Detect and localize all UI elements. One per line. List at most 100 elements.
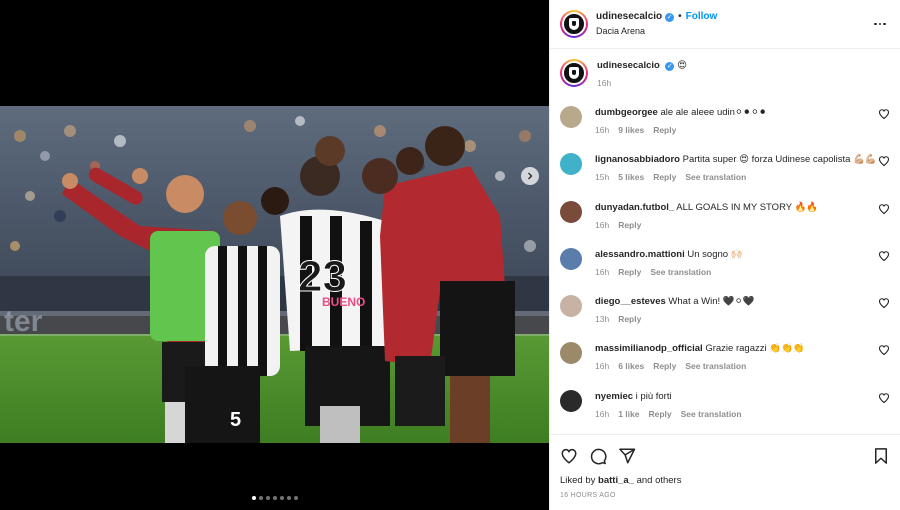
- comment-text: What a Win! 🖤⚪🖤: [668, 296, 755, 308]
- commenter-username[interactable]: lignanosabbiadoro: [595, 154, 680, 165]
- carousel-dot[interactable]: [286, 496, 291, 500]
- comment-item: dumbgeorgee ale ale aleee udin⚪⚫⚪⚫ 16h 9 …: [560, 96, 890, 143]
- caption-time: 16h: [597, 78, 612, 88]
- reply-button[interactable]: Reply: [653, 360, 676, 373]
- commenter-avatar[interactable]: [560, 106, 582, 128]
- reply-button[interactable]: Reply: [618, 313, 641, 326]
- comment-time[interactable]: 16h: [595, 219, 609, 232]
- comments-list[interactable]: udinesecalcio ✓ 😍 16h dumbgeorgee ale al…: [550, 49, 900, 434]
- liked-by-prefix: Liked by: [560, 475, 596, 486]
- commenter-avatar[interactable]: [560, 247, 582, 270]
- club-crest-icon: [569, 67, 579, 79]
- reply-button[interactable]: Reply: [618, 219, 641, 232]
- header-username[interactable]: udinesecalcio: [596, 10, 662, 24]
- more-horizontal-icon: [874, 22, 877, 26]
- comment-likes[interactable]: 1 like: [618, 408, 639, 421]
- post-photo[interactable]: ter 5 23 BUENO: [0, 106, 549, 443]
- avatar[interactable]: [560, 10, 588, 38]
- comment-like-heart-icon[interactable]: [878, 155, 890, 167]
- commenter-avatar[interactable]: [560, 389, 582, 412]
- liked-by-suffix[interactable]: and others: [637, 475, 682, 486]
- commenter-username[interactable]: diego__esteves: [595, 296, 666, 307]
- reply-button[interactable]: Reply: [653, 124, 676, 137]
- verified-badge-icon: ✓: [665, 12, 675, 22]
- heart-icon[interactable]: [560, 447, 578, 465]
- commenter-avatar[interactable]: [560, 342, 582, 365]
- comment-likes[interactable]: 5 likes: [618, 171, 644, 184]
- post-timestamp[interactable]: 16 HOURS AGO: [560, 492, 890, 499]
- commenter-username[interactable]: dumbgeorgee: [595, 107, 658, 118]
- carousel-dot[interactable]: [265, 496, 270, 500]
- comment-time[interactable]: 16h: [595, 124, 609, 137]
- commenter-username[interactable]: massimilianodp_official: [595, 343, 703, 354]
- instagram-post: ter 5 23 BUENO udinesecalcio ✓ • Follow …: [0, 0, 900, 510]
- post-media: ter 5 23 BUENO: [0, 0, 549, 510]
- comment-item: lignanosabbiadoro Partita super 😍 forza …: [560, 143, 890, 190]
- see-translation-button[interactable]: See translation: [650, 266, 711, 279]
- carousel-dot[interactable]: [293, 496, 298, 500]
- caption-text: 😍: [677, 60, 688, 71]
- comment-likes[interactable]: 9 likes: [618, 124, 644, 137]
- comment-text: Grazie ragazzi 👏👏👏: [705, 343, 805, 355]
- comment-text: Un sogno 🙌🏻: [687, 248, 743, 260]
- paper-plane-icon[interactable]: [618, 447, 636, 465]
- commenter-avatar[interactable]: [560, 295, 582, 318]
- comment-text: ALL GOALS IN MY STORY 🔥🔥: [676, 201, 819, 213]
- more-options-button[interactable]: [870, 22, 890, 26]
- svg-text:23: 23: [298, 252, 347, 301]
- carousel-dot[interactable]: [251, 496, 256, 500]
- post-side-panel: udinesecalcio ✓ • Follow Dacia Arena udi…: [549, 0, 900, 510]
- see-translation-button[interactable]: See translation: [681, 408, 742, 421]
- carousel-dot[interactable]: [272, 496, 277, 500]
- see-translation-button[interactable]: See translation: [685, 360, 746, 373]
- svg-text:BUENO: BUENO: [322, 295, 365, 309]
- team-celebration-image: ter 5 23 BUENO: [0, 106, 549, 443]
- separator-dot: •: [678, 11, 682, 22]
- comment-likes[interactable]: 6 likes: [618, 360, 644, 373]
- comment-icon[interactable]: [589, 447, 607, 465]
- comment-item: diego__esteves What a Win! 🖤⚪🖤 13h Reply: [560, 285, 890, 332]
- commenter-username[interactable]: alessandro.mattioni: [595, 249, 685, 260]
- post-header: udinesecalcio ✓ • Follow Dacia Arena: [550, 0, 900, 49]
- chevron-right-icon: [528, 172, 533, 180]
- commenter-username[interactable]: nyemiec: [595, 391, 633, 402]
- reply-button[interactable]: Reply: [618, 266, 641, 279]
- comment-text: ale ale aleee udin⚪⚫⚪⚫: [660, 107, 767, 118]
- comment-like-heart-icon[interactable]: [878, 392, 890, 404]
- svg-text:5: 5: [230, 409, 241, 431]
- comment-time[interactable]: 16h: [595, 408, 609, 421]
- liked-by-user[interactable]: batti_a_: [598, 475, 634, 486]
- comment-time[interactable]: 15h: [595, 171, 609, 184]
- comment-item: massimilianodp_official Grazie ragazzi 👏…: [560, 332, 890, 379]
- see-translation-button[interactable]: See translation: [685, 171, 746, 184]
- post-actions: Liked by batti_a_ and others 16 HOURS AG…: [550, 434, 900, 510]
- comment-time[interactable]: 16h: [595, 266, 609, 279]
- carousel-dot[interactable]: [279, 496, 284, 500]
- comment-time[interactable]: 13h: [595, 313, 609, 326]
- bookmark-icon[interactable]: [872, 447, 890, 465]
- carousel-next-button[interactable]: [521, 167, 539, 185]
- reply-button[interactable]: Reply: [648, 408, 671, 421]
- liked-by-line: Liked by batti_a_ and others: [560, 475, 890, 486]
- comment-text: i più forti: [635, 390, 672, 402]
- commenter-avatar[interactable]: [560, 153, 582, 176]
- comment-like-heart-icon[interactable]: [878, 344, 890, 356]
- comment-like-heart-icon[interactable]: [878, 297, 890, 309]
- location-link[interactable]: Dacia Arena: [596, 24, 870, 38]
- carousel-dot[interactable]: [258, 496, 263, 500]
- caption-username[interactable]: udinesecalcio: [597, 60, 660, 71]
- comment-like-heart-icon[interactable]: [878, 250, 890, 262]
- comment-item: nyemiec i più forti 16h 1 like Reply See tr…: [560, 380, 890, 427]
- follow-button[interactable]: Follow: [686, 10, 718, 24]
- comment-time[interactable]: 16h: [595, 360, 609, 373]
- comment-like-heart-icon[interactable]: [878, 108, 890, 120]
- post-caption: udinesecalcio ✓ 😍 16h: [560, 49, 890, 96]
- comment-like-heart-icon[interactable]: [878, 203, 890, 215]
- reply-button[interactable]: Reply: [653, 171, 676, 184]
- carousel-indicator: [0, 496, 549, 500]
- commenter-avatar[interactable]: [560, 200, 582, 223]
- caption-avatar[interactable]: [560, 59, 588, 87]
- comment-item: dunyadan.futbol_ ALL GOALS IN MY STORY 🔥…: [560, 191, 890, 238]
- commenter-username[interactable]: dunyadan.futbol_: [595, 202, 674, 213]
- comment-text: Partita super 😍 forza Udinese capolista …: [682, 154, 877, 166]
